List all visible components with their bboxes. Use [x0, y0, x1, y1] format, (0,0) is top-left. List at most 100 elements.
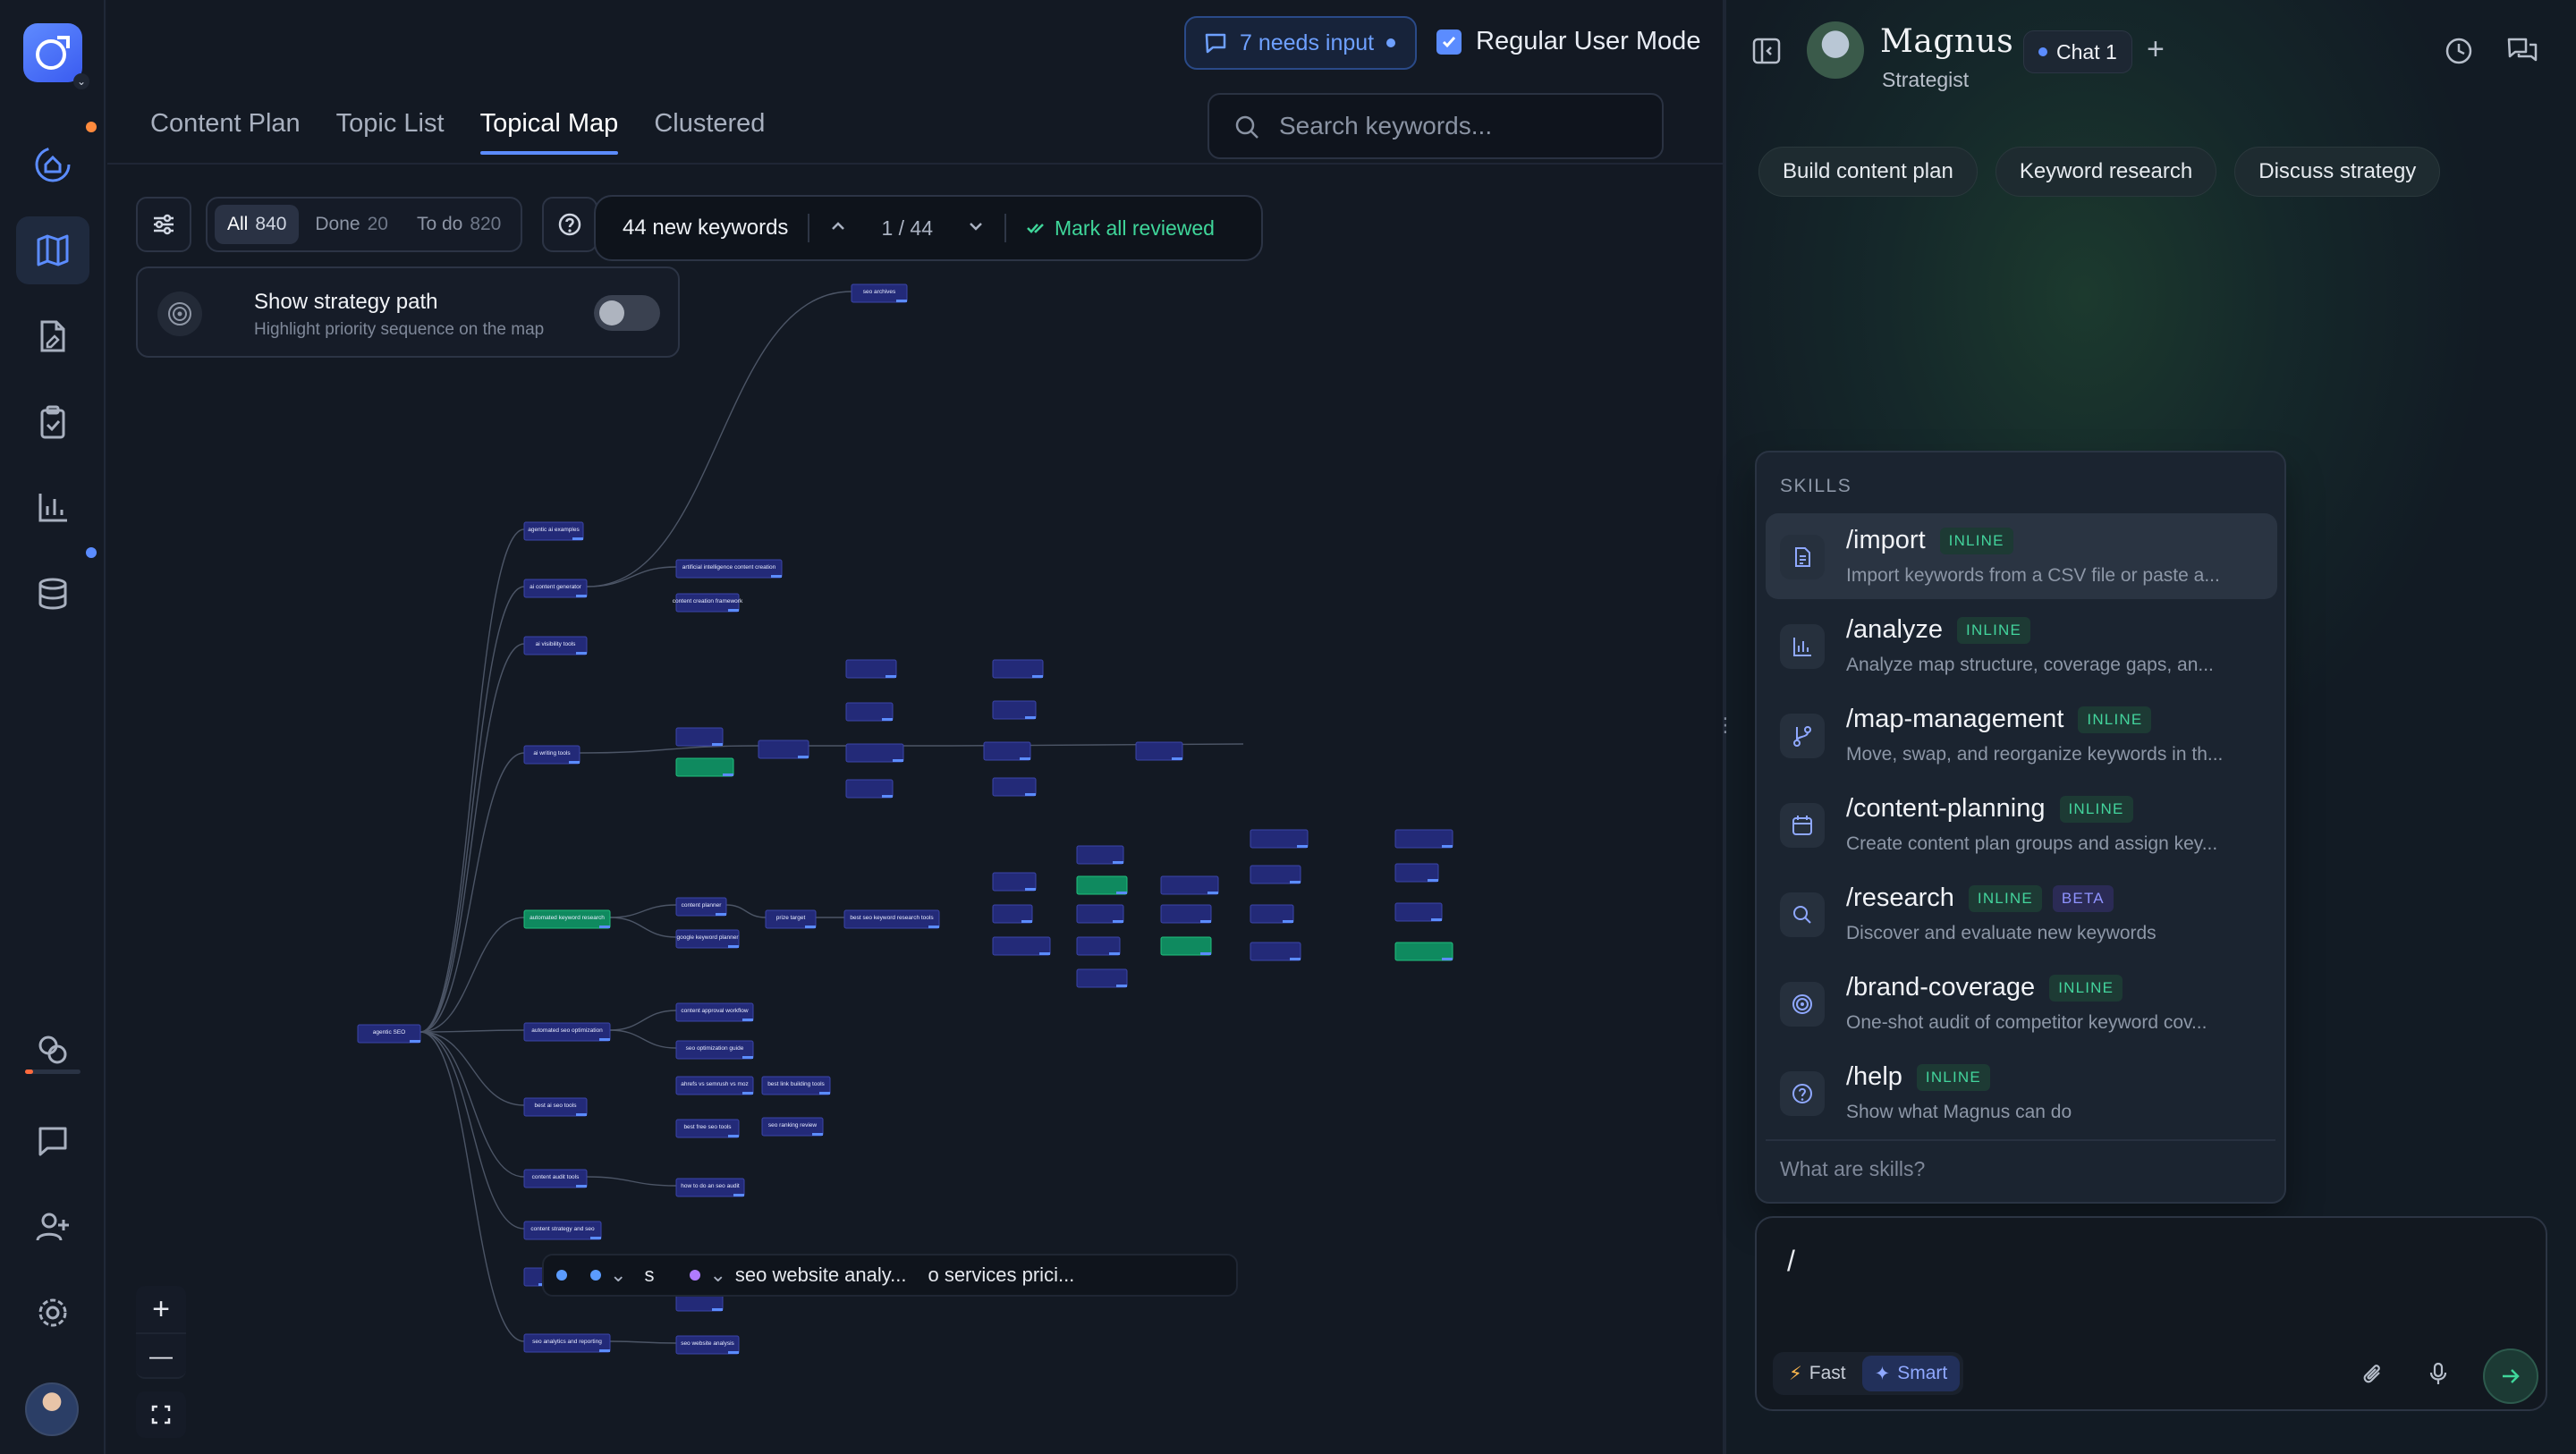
- map-node[interactable]: [1160, 936, 1212, 956]
- map-node[interactable]: [1135, 741, 1183, 761]
- gear-icon[interactable]: [16, 1279, 89, 1347]
- chevron-down-icon[interactable]: [967, 216, 985, 241]
- filter-todo[interactable]: To do 820: [404, 205, 513, 244]
- series-dot[interactable]: [556, 1270, 567, 1281]
- strategy-path-toggle[interactable]: [594, 295, 660, 331]
- skill-import[interactable]: /import INLINE Import keywords from a CSV…: [1766, 513, 2277, 599]
- chevron-down-icon[interactable]: ⌄: [73, 73, 89, 89]
- tab-topical-map[interactable]: Topical Map: [479, 109, 618, 155]
- sidebar-toggle-icon[interactable]: [1751, 36, 1782, 71]
- map-node[interactable]: [1076, 968, 1128, 988]
- conversations-icon[interactable]: [2506, 36, 2538, 71]
- skill-research[interactable]: /research INLINE BETA Discover and evaluat…: [1766, 871, 2277, 957]
- map-node[interactable]: [992, 936, 1051, 956]
- map-node[interactable]: best link building tools: [761, 1076, 831, 1095]
- map-node[interactable]: automated seo optimization: [523, 1022, 611, 1042]
- map-node[interactable]: content strategy and seo: [523, 1221, 602, 1240]
- map-node[interactable]: [1394, 902, 1443, 922]
- map-node[interactable]: [845, 779, 894, 799]
- filter-done[interactable]: Done 20: [302, 205, 401, 244]
- map-node[interactable]: how to do an seo audit: [675, 1178, 745, 1197]
- map-node[interactable]: [845, 743, 904, 763]
- map-node[interactable]: [1394, 942, 1453, 961]
- map-node[interactable]: [845, 702, 894, 722]
- map-node[interactable]: automated keyword research: [523, 909, 611, 929]
- map-node[interactable]: agentic ai examples: [523, 521, 584, 541]
- chat-icon[interactable]: [16, 1107, 89, 1175]
- map-node[interactable]: google keyword planner: [675, 929, 740, 949]
- map-node[interactable]: content audit tools: [523, 1169, 588, 1188]
- search-input[interactable]: Search keywords...: [1208, 93, 1664, 159]
- map-node[interactable]: artificial intelligence content creation: [675, 559, 783, 579]
- map-node[interactable]: [1250, 942, 1301, 961]
- skill-analyze[interactable]: /analyze INLINE Analyze map structure, co…: [1766, 603, 2277, 689]
- user-avatar[interactable]: [25, 1382, 79, 1436]
- tab-topic-list[interactable]: Topic List: [336, 109, 445, 155]
- skill-map-management[interactable]: /map-management INLINE Move, swap, and re…: [1766, 692, 2277, 778]
- skill-help[interactable]: /help INLINE Show what Magnus can do: [1766, 1050, 2277, 1136]
- map-node[interactable]: best ai seo tools: [523, 1097, 588, 1117]
- send-button[interactable]: [2483, 1348, 2538, 1404]
- map-node[interactable]: [992, 659, 1044, 679]
- map-node[interactable]: [1076, 904, 1124, 924]
- map-node[interactable]: seo analytics and reporting: [523, 1333, 611, 1353]
- map-node[interactable]: [1076, 936, 1121, 956]
- fit-view-button[interactable]: [136, 1391, 186, 1438]
- map-node[interactable]: [1160, 904, 1212, 924]
- map-node[interactable]: content creation framework: [673, 593, 743, 613]
- suggestion-build-content-plan[interactable]: Build content plan: [1758, 147, 1978, 197]
- map-node[interactable]: [1394, 829, 1453, 849]
- map-node[interactable]: [758, 740, 809, 759]
- map-node[interactable]: [1250, 865, 1301, 884]
- suggestion-keyword-research[interactable]: Keyword research: [1995, 147, 2217, 197]
- map-node[interactable]: [992, 904, 1033, 924]
- map-node[interactable]: ai visibility tools: [523, 636, 588, 655]
- tab-clustered[interactable]: Clustered: [654, 109, 765, 155]
- skill-brand-coverage[interactable]: /brand-coverage INLINE One-shot audit of …: [1766, 960, 2277, 1046]
- chevron-down-icon[interactable]: ⌄: [610, 1264, 626, 1287]
- map-node[interactable]: [1160, 875, 1219, 895]
- map-node[interactable]: content planner: [675, 897, 727, 917]
- map-node[interactable]: seo archives: [851, 283, 908, 303]
- bar-chart-icon[interactable]: [16, 474, 89, 542]
- selection-item[interactable]: o services prici...: [928, 1264, 1074, 1287]
- new-chat-icon[interactable]: +: [2147, 32, 2165, 67]
- history-icon[interactable]: [2444, 36, 2474, 71]
- map-node[interactable]: prize target: [765, 909, 817, 929]
- mode-smart[interactable]: ✦ Smart: [1861, 1356, 1961, 1391]
- map-node[interactable]: ai writing tools: [523, 745, 580, 765]
- map-node[interactable]: agentic SEO: [357, 1024, 421, 1044]
- zoom-out-button[interactable]: —: [136, 1332, 186, 1379]
- map-node[interactable]: [675, 727, 724, 747]
- add-user-icon[interactable]: [16, 1193, 89, 1261]
- map-node[interactable]: ai content generator: [523, 579, 588, 598]
- suggestion-discuss-strategy[interactable]: Discuss strategy: [2234, 147, 2441, 197]
- map-node[interactable]: best free seo tools: [675, 1119, 740, 1138]
- edit-document-icon[interactable]: [16, 302, 89, 370]
- zoom-in-button[interactable]: +: [136, 1286, 186, 1332]
- map-node[interactable]: [1394, 863, 1439, 883]
- chevron-up-icon[interactable]: [829, 216, 847, 241]
- map-node[interactable]: seo website analysis: [675, 1335, 740, 1355]
- map-node[interactable]: [992, 872, 1037, 892]
- checkbox[interactable]: [1436, 29, 1462, 55]
- microphone-icon[interactable]: [2417, 1352, 2460, 1395]
- map-node[interactable]: best seo keyword research tools: [843, 909, 940, 929]
- map-node[interactable]: [983, 741, 1031, 761]
- map-node[interactable]: [992, 700, 1037, 720]
- clipboard-check-icon[interactable]: [16, 388, 89, 456]
- map-node[interactable]: ahrefs vs semrush vs moz: [675, 1076, 754, 1095]
- series-dot[interactable]: [690, 1270, 701, 1281]
- map-node[interactable]: [845, 659, 897, 679]
- help-button[interactable]: [542, 197, 597, 252]
- home-icon[interactable]: [16, 131, 89, 199]
- map-node[interactable]: [1076, 845, 1124, 865]
- map-node[interactable]: [675, 757, 734, 777]
- map-icon[interactable]: [16, 216, 89, 284]
- composer-input[interactable]: /: [1787, 1245, 1795, 1278]
- app-logo[interactable]: [23, 23, 82, 82]
- filter-settings-button[interactable]: [136, 197, 191, 252]
- map-node[interactable]: [1076, 875, 1128, 895]
- what-are-skills-link[interactable]: What are skills?: [1780, 1157, 1925, 1181]
- skill-content-planning[interactable]: /content-planning INLINE Create content p…: [1766, 782, 2277, 867]
